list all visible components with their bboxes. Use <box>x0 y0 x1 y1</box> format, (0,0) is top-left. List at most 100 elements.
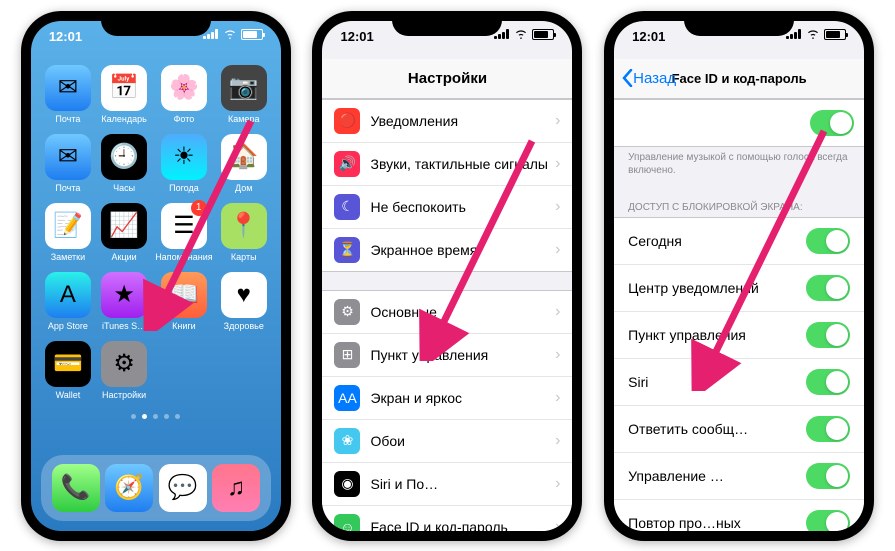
nav-header: Настройки <box>322 59 572 99</box>
settings-screen: 12:01 Настройки 🔴Уведомления›🔊Звуки, так… <box>322 21 572 531</box>
app-Почта[interactable]: ✉ Почта <box>43 65 93 124</box>
toggle[interactable] <box>806 463 850 489</box>
toggle[interactable] <box>806 510 850 531</box>
settings-row[interactable]: ⊞Пункт управления› <box>322 334 572 377</box>
app-label: Почта <box>55 183 80 193</box>
toggle-row[interactable]: Siri <box>614 359 864 406</box>
app-label: Почта <box>55 114 80 124</box>
app-label: Погода <box>169 183 199 193</box>
toggle-label: Управление … <box>628 468 806 484</box>
app-icon: 🕘 <box>101 134 147 180</box>
settings-row[interactable]: ⏳Экранное время› <box>322 229 572 271</box>
toggle[interactable] <box>806 416 850 442</box>
toggle[interactable] <box>806 275 850 301</box>
wifi-icon <box>514 29 528 39</box>
toggle[interactable] <box>806 322 850 348</box>
app-label: Настройки <box>102 390 146 400</box>
settings-row[interactable]: ☾Не беспокоить› <box>322 186 572 229</box>
toggle-label: Повтор про…ных <box>628 515 806 531</box>
app-label: Фото <box>174 114 195 124</box>
toggle-row[interactable]: Ответить сообщ… <box>614 406 864 453</box>
row-label: Face ID и код-пароль <box>370 519 555 531</box>
toggle[interactable] <box>810 110 854 136</box>
toggle-row[interactable]: Сегодня <box>614 218 864 265</box>
row-label: Звуки, тактильные сигналы <box>370 156 555 172</box>
app-icon: 💳 <box>45 341 91 387</box>
wifi-icon <box>806 29 820 39</box>
chevron-right-icon: › <box>555 346 560 364</box>
app-Настройки[interactable]: ⚙ Настройки <box>99 341 149 400</box>
dock-app[interactable]: 🧭 <box>105 464 153 512</box>
app-label: Карты <box>231 252 257 262</box>
dock-app[interactable]: ♫ <box>212 464 260 512</box>
settings-row[interactable]: ❀Обои› <box>322 420 572 463</box>
row-icon: ☺ <box>334 514 360 531</box>
app-icon: ✉ <box>45 65 91 111</box>
app-Часы[interactable]: 🕘Часы <box>99 134 149 193</box>
app-icon: 📅 <box>101 65 147 111</box>
app-icon: 📍 <box>221 203 267 249</box>
app-Напоминания[interactable]: ☰Напоминания1 <box>155 203 212 262</box>
phone-settings: 12:01 Настройки 🔴Уведомления›🔊Звуки, так… <box>312 11 582 541</box>
settings-row[interactable]: ⚙Основные› <box>322 291 572 334</box>
dock-app[interactable]: 💬 <box>159 464 207 512</box>
app-label: Напоминания <box>155 252 212 262</box>
nav-header: Назад Face ID и код-пароль <box>614 59 864 99</box>
app-icon: A <box>45 272 91 318</box>
settings-row[interactable]: AAЭкран и яркос› <box>322 377 572 420</box>
toggle-label: Siri <box>628 374 806 390</box>
page-dots[interactable] <box>31 414 281 419</box>
app-Камера[interactable]: 📷Камера <box>219 65 269 124</box>
toggle-row[interactable]: Центр уведомлений <box>614 265 864 312</box>
app-Фото[interactable]: 🌸 Фото <box>155 65 212 124</box>
chevron-right-icon: › <box>555 112 560 130</box>
settings-list[interactable]: 🔴Уведомления›🔊Звуки, тактильные сигналы›… <box>322 99 572 531</box>
row-icon: ☾ <box>334 194 360 220</box>
dock-app[interactable]: 📞 <box>52 464 100 512</box>
chevron-right-icon: › <box>555 518 560 531</box>
app-Погода[interactable]: ☀Погода <box>155 134 212 193</box>
toggle-row[interactable]: Управление … <box>614 453 864 500</box>
app-Календарь[interactable]: 📅Календарь <box>99 65 149 124</box>
app-iTunes S…[interactable]: ★ iTunes S… <box>99 272 149 331</box>
app-icon: ★ <box>101 272 147 318</box>
status-time: 12:01 <box>340 29 373 44</box>
app-label: Книги <box>172 321 196 331</box>
notch <box>392 11 502 36</box>
app-Дом[interactable]: 🏠Дом <box>219 134 269 193</box>
settings-row[interactable]: ◉Siri и По…› <box>322 463 572 506</box>
app-Wallet[interactable]: 💳Wallet <box>43 341 93 400</box>
settings-row[interactable]: 🔊Звуки, тактильные сигналы› <box>322 143 572 186</box>
nav-title: Настройки <box>408 70 487 87</box>
voice-caption: Управление музыкой с помощью голоса всег… <box>614 147 864 188</box>
toggle[interactable] <box>806 228 850 254</box>
app-Карты[interactable]: 📍 Карты <box>219 203 269 262</box>
app-Книги[interactable]: 📖 Книги <box>155 272 212 331</box>
toggle-label: Пункт управления <box>628 327 806 343</box>
app-Здоровье[interactable]: ♥Здоровье <box>219 272 269 331</box>
app-App Store[interactable]: AApp Store <box>43 272 93 331</box>
app-icon: 📈 <box>101 203 147 249</box>
app-icon: 🌸 <box>161 65 207 111</box>
row-icon: ⏳ <box>334 237 360 263</box>
section-header: ДОСТУП С БЛОКИРОВКОЙ ЭКРАНА: <box>614 188 864 217</box>
toggle-row[interactable]: Повтор про…ных <box>614 500 864 531</box>
toggle-label: Ответить сообщ… <box>628 421 806 437</box>
nav-title: Face ID и код-пароль <box>672 71 807 86</box>
app-Заметки[interactable]: 📝Заметки <box>43 203 93 262</box>
chevron-right-icon: › <box>555 303 560 321</box>
app-label: iTunes S… <box>102 321 146 331</box>
settings-row[interactable]: ☺ Face ID и код-пароль› <box>322 506 572 531</box>
app-label: Дом <box>235 183 252 193</box>
faceid-list[interactable]: Управление музыкой с помощью голоса всег… <box>614 99 864 531</box>
app-Акции[interactable]: 📈 Акции <box>99 203 149 262</box>
wifi-icon <box>223 29 237 39</box>
app-label: Акции <box>112 252 137 262</box>
settings-row[interactable]: 🔴Уведомления› <box>322 100 572 143</box>
back-button[interactable]: Назад <box>622 69 676 87</box>
toggle[interactable] <box>806 369 850 395</box>
toggle-row[interactable]: Пункт управления <box>614 312 864 359</box>
app-icon: ⚙ <box>101 341 147 387</box>
app-Почта[interactable]: ✉Почта <box>43 134 93 193</box>
app-icon: 📖 <box>161 272 207 318</box>
